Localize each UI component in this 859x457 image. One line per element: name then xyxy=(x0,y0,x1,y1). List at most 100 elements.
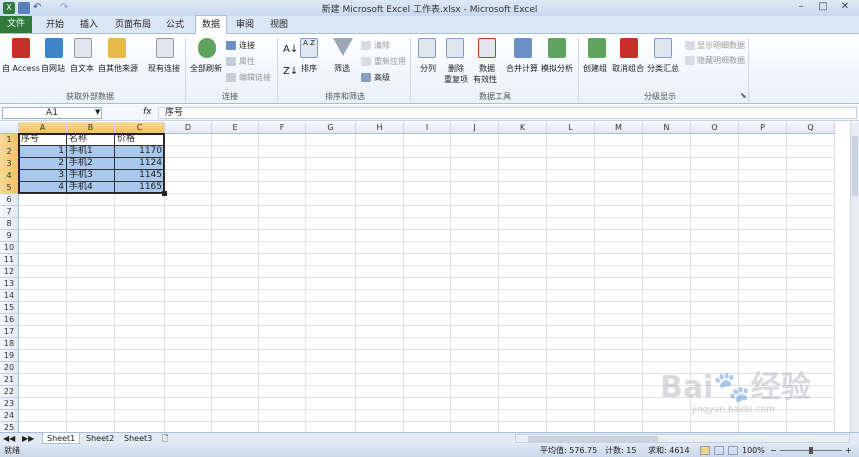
sheet-tab-2[interactable]: Sheet2 xyxy=(82,433,118,444)
table-header-cell[interactable]: 名称 xyxy=(67,134,115,146)
page-break-view-icon[interactable] xyxy=(728,446,738,455)
row-header[interactable]: 20 xyxy=(0,362,19,374)
row-header[interactable]: 13 xyxy=(0,278,19,290)
data-validation-button[interactable]: 数据 xyxy=(479,63,495,74)
close-icon[interactable]: ✕ xyxy=(834,0,856,14)
table-cell[interactable]: 1165 xyxy=(115,182,165,194)
row-header[interactable]: 24 xyxy=(0,410,19,422)
filter-icon[interactable] xyxy=(333,38,353,56)
row-header[interactable]: 7 xyxy=(0,206,19,218)
column-header[interactable]: Q xyxy=(787,122,835,134)
column-header[interactable]: G xyxy=(306,122,356,134)
subtotal-icon[interactable] xyxy=(654,38,672,58)
row-header[interactable]: 21 xyxy=(0,374,19,386)
existing-connections-button[interactable]: 现有连接 xyxy=(148,63,180,74)
hide-detail-button[interactable]: 隐藏明细数据 xyxy=(697,55,745,66)
sheet-nav-first-icon[interactable]: ◀◀ xyxy=(3,434,15,443)
row-header[interactable]: 14 xyxy=(0,290,19,302)
tab-file[interactable]: 文件 xyxy=(0,16,32,33)
maximize-icon[interactable]: □ xyxy=(812,0,834,14)
row-header[interactable]: 16 xyxy=(0,314,19,326)
column-header[interactable]: F xyxy=(259,122,306,134)
refresh-all-button[interactable]: 全部刷新 xyxy=(190,63,222,74)
group-icon[interactable] xyxy=(588,38,606,58)
h-scroll-thumb[interactable] xyxy=(528,436,658,442)
row-header[interactable]: 1 xyxy=(0,134,19,146)
sort-desc-icon[interactable]: Z↓ xyxy=(283,66,298,77)
name-box-dropdown-icon[interactable]: ▼ xyxy=(95,108,100,116)
column-header[interactable]: J xyxy=(451,122,499,134)
zoom-slider-thumb[interactable] xyxy=(809,447,813,454)
row-header[interactable]: 8 xyxy=(0,218,19,230)
column-header[interactable]: M xyxy=(595,122,643,134)
remove-duplicates-button-line2[interactable]: 重复项 xyxy=(444,74,468,85)
from-web-button[interactable]: 自网站 xyxy=(41,63,65,74)
access-icon[interactable] xyxy=(12,38,30,58)
row-header[interactable]: 18 xyxy=(0,338,19,350)
remove-duplicates-button[interactable]: 删除 xyxy=(448,63,464,74)
reapply-button[interactable]: 重新应用 xyxy=(374,56,406,67)
row-header[interactable]: 22 xyxy=(0,386,19,398)
filter-button[interactable]: 筛选 xyxy=(334,63,350,74)
name-box[interactable]: A1 xyxy=(2,107,102,119)
tab-view[interactable]: 视图 xyxy=(264,16,294,34)
text-to-columns-button[interactable]: 分列 xyxy=(420,63,436,74)
row-header[interactable]: 3 xyxy=(0,158,19,170)
text-to-columns-icon[interactable] xyxy=(418,38,436,58)
tab-review[interactable]: 审阅 xyxy=(230,16,260,34)
page-layout-view-icon[interactable] xyxy=(714,446,724,455)
select-all-corner[interactable] xyxy=(0,122,19,134)
column-header[interactable]: K xyxy=(499,122,547,134)
from-other-sources-button[interactable]: 自其他来源 xyxy=(98,63,138,74)
sort-asc-icon[interactable]: A↓ xyxy=(283,44,298,55)
column-header[interactable]: P xyxy=(739,122,787,134)
from-access-button[interactable]: 自 Access xyxy=(2,63,40,74)
table-cell[interactable]: 2 xyxy=(19,158,67,170)
table-cell[interactable]: 4 xyxy=(19,182,67,194)
row-header[interactable]: 15 xyxy=(0,302,19,314)
table-cell[interactable]: 1170 xyxy=(115,146,165,158)
group-button[interactable]: 创建组 xyxy=(583,63,607,74)
row-header[interactable]: 17 xyxy=(0,326,19,338)
table-cell[interactable]: 手机3 xyxy=(67,170,115,182)
text-file-icon[interactable] xyxy=(74,38,92,58)
formula-input[interactable]: 序号 xyxy=(158,107,857,119)
data-validation-icon[interactable] xyxy=(478,38,496,58)
column-header[interactable]: N xyxy=(643,122,691,134)
insert-function-icon[interactable]: fx xyxy=(143,107,155,119)
existing-connections-icon[interactable] xyxy=(156,38,174,58)
horizontal-scrollbar[interactable] xyxy=(515,434,850,443)
sort-icon[interactable]: A Z xyxy=(300,38,318,58)
table-cell[interactable]: 手机4 xyxy=(67,182,115,194)
edit-links-button[interactable]: 编辑链接 xyxy=(239,72,271,83)
row-header[interactable]: 9 xyxy=(0,230,19,242)
row-header[interactable]: 19 xyxy=(0,350,19,362)
vertical-scrollbar[interactable] xyxy=(850,122,859,432)
sheet-nav-next-icon[interactable]: ▶▶ xyxy=(22,434,34,443)
sort-button[interactable]: 排序 xyxy=(301,63,317,74)
row-header[interactable]: 12 xyxy=(0,266,19,278)
table-cell[interactable]: 手机1 xyxy=(67,146,115,158)
properties-button[interactable]: 属性 xyxy=(239,56,255,67)
tab-page-layout[interactable]: 页面布局 xyxy=(110,16,156,34)
table-cell[interactable]: 3 xyxy=(19,170,67,182)
what-if-analysis-button[interactable]: 模拟分析 xyxy=(541,63,573,74)
sheet-tab-3[interactable]: Sheet3 xyxy=(120,433,156,444)
consolidate-icon[interactable] xyxy=(514,38,532,58)
remove-duplicates-icon[interactable] xyxy=(446,38,464,58)
row-header[interactable]: 25 xyxy=(0,422,19,432)
zoom-level[interactable]: 100% xyxy=(742,444,765,457)
sheet-tab-1[interactable]: Sheet1 xyxy=(42,433,81,444)
scroll-thumb[interactable] xyxy=(852,136,858,196)
tab-data[interactable]: 数据 xyxy=(195,15,227,34)
column-header[interactable]: O xyxy=(691,122,739,134)
from-text-button[interactable]: 自文本 xyxy=(70,63,94,74)
column-header[interactable]: I xyxy=(404,122,451,134)
connections-button[interactable]: 连接 xyxy=(239,40,255,51)
refresh-all-icon[interactable] xyxy=(198,38,216,58)
clear-button[interactable]: 清除 xyxy=(374,40,390,51)
show-detail-button[interactable]: 显示明细数据 xyxy=(697,40,745,51)
table-header-cell[interactable]: 序号 xyxy=(19,134,67,146)
row-header[interactable]: 10 xyxy=(0,242,19,254)
tab-home[interactable]: 开始 xyxy=(40,16,70,34)
